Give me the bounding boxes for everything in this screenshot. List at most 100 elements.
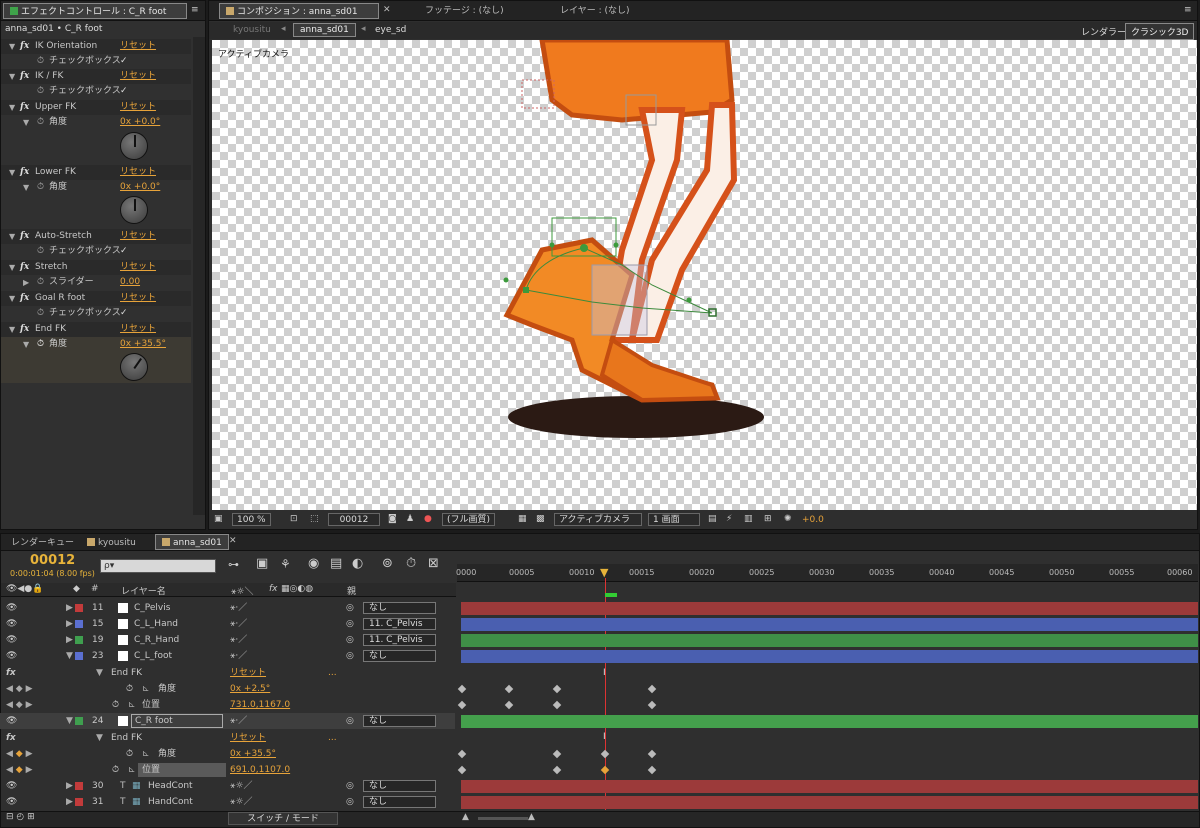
graph-icon[interactable]: ⊾ [128, 697, 136, 713]
property-row[interactable]: ◀ ◆ ▶ ⏱ ⊾ 位置 691.0,1107.0 [0, 762, 455, 778]
layer-name[interactable]: HeadCont [148, 778, 193, 794]
pickwhip-icon[interactable]: ◎ [346, 713, 354, 729]
eye-icon[interactable]: 👁 [6, 600, 17, 616]
layer-bar-selected[interactable] [461, 715, 1198, 728]
autokey-icon[interactable]: ⏱ [406, 556, 416, 571]
parent-select[interactable]: 11. C_Pelvis [363, 634, 436, 646]
nav-eye-sd[interactable]: eye_sd [375, 25, 406, 35]
stopwatch-icon[interactable]: ⏱ [112, 697, 119, 713]
expand-triangle-icon[interactable]: ▼ [9, 291, 15, 306]
fx-icon[interactable]: fx [20, 69, 29, 84]
angle-dial[interactable] [120, 132, 148, 160]
checkbox[interactable]: ✓ [120, 244, 128, 259]
stopwatch-icon[interactable]: ⏱ [37, 115, 44, 130]
render-icon[interactable]: ⊠ [428, 556, 439, 571]
brainstorm-icon[interactable]: ⊚ [382, 556, 393, 571]
motion-blur-icon[interactable]: ▤ [330, 556, 342, 571]
checkbox[interactable]: ✓ [120, 306, 128, 321]
parent-select[interactable]: なし [363, 650, 436, 662]
label-color[interactable] [75, 636, 83, 644]
graph-editor-icon[interactable]: ◐ [352, 556, 363, 571]
label-color[interactable] [75, 782, 83, 790]
parent-select[interactable]: なし [363, 602, 436, 614]
property-value[interactable]: 0x +2.5° [230, 681, 270, 697]
reset-link[interactable]: リセット [120, 260, 156, 275]
switches[interactable]: ⚹☼／ [230, 794, 252, 810]
switches[interactable]: ⚹·／ [230, 600, 247, 616]
reset-link[interactable]: リセット [120, 165, 156, 180]
parent-select[interactable]: なし [363, 780, 436, 792]
nav-anna-sd01[interactable]: anna_sd01 [293, 23, 356, 37]
zoom-in-icon[interactable]: ▲ [528, 812, 535, 822]
panel-menu-icon[interactable]: ≡ [191, 5, 199, 15]
fx-icon[interactable]: fx [20, 322, 29, 337]
switches-icon[interactable]: ⚹☼＼ [231, 584, 253, 597]
keyframe-nav-icon[interactable]: ◀ ◆ ▶ [6, 762, 33, 778]
toggle-pixel-icon[interactable]: ▤ [708, 514, 717, 524]
reset-link[interactable]: リセット [120, 291, 156, 306]
graph-icon[interactable]: ⊾ [128, 762, 136, 778]
layer-name[interactable]: C_R_Hand [134, 632, 179, 648]
angle-value[interactable]: 0x +35.5° [120, 337, 166, 352]
layer-row[interactable]: 👁 ▶ 11 C_Pelvis ⚹·／ ◎ なし [0, 600, 455, 616]
fx-icon[interactable]: fx [20, 260, 29, 275]
stopwatch-icon[interactable]: ⏱ [126, 746, 133, 762]
stopwatch-icon[interactable]: ⏱ [37, 244, 44, 259]
comp-mini-flowchart-icon[interactable]: ⊶ [228, 558, 239, 571]
pickwhip-icon[interactable]: ◎ [346, 616, 354, 632]
fit-icon[interactable]: ⊡ [290, 514, 298, 524]
expand-triangle-icon[interactable]: ▶ [66, 632, 73, 648]
snapshot-icon[interactable]: ▣ [214, 514, 223, 524]
close-icon[interactable]: ✕ [383, 5, 391, 15]
layer-name[interactable]: C_R foot [131, 714, 223, 728]
zoom-slider[interactable] [478, 817, 528, 820]
expand-triangle-icon[interactable]: ▼ [23, 115, 29, 130]
reset-link[interactable]: リセット [120, 100, 156, 115]
frame-blending-icon[interactable]: ◉ [308, 556, 319, 571]
expand-triangle-icon[interactable]: ▼ [96, 665, 103, 681]
layer-name[interactable]: C_Pelvis [134, 600, 170, 616]
scrollbar[interactable] [193, 37, 205, 515]
channel-icon[interactable]: ● [424, 514, 432, 524]
property-row[interactable]: ◀ ◆ ▶ ⏱ ⊾ 位置 731.0,1167.0 [0, 697, 455, 713]
pickwhip-icon[interactable]: ◎ [346, 600, 354, 616]
angle-value[interactable]: 0x +0.0° [120, 115, 160, 130]
tab-kyousitu[interactable]: kyousitu [81, 535, 142, 551]
slider-value[interactable]: 0.00 [120, 275, 140, 290]
stopwatch-icon[interactable]: ⏱ [37, 337, 44, 352]
expand-triangle-icon[interactable]: ▼ [23, 337, 29, 352]
layer-name[interactable]: C_L_Hand [134, 616, 178, 632]
expand-triangle-icon[interactable]: ▼ [9, 69, 15, 84]
timecode-field[interactable]: 00012 [328, 513, 380, 526]
timeline-icon[interactable]: ▥ [744, 514, 753, 524]
eye-icon[interactable]: 👁 [6, 648, 17, 664]
layer-name[interactable]: C_L_foot [134, 648, 172, 664]
layer-bar[interactable] [461, 780, 1198, 793]
fx-icon[interactable]: fx [20, 39, 29, 54]
tab-render-queue[interactable]: レンダーキュー [5, 535, 80, 551]
pickwhip-icon[interactable]: ◎ [346, 632, 354, 648]
property-row[interactable]: ◀ ◆ ▶ ⏱ ⊾ 角度 0x +35.5° [0, 746, 455, 762]
av-features-icon[interactable]: 👁◀●🔒 [6, 584, 43, 594]
exposure-value[interactable]: +0.0 [802, 515, 824, 525]
layer-row[interactable]: 👁 ▶ 15 C_L_Hand ⚹·／ ◎ 11. C_Pelvis [0, 616, 455, 632]
expand-triangle-icon[interactable]: ▼ [66, 713, 73, 729]
layer-row[interactable]: 👁 ▼ 23 C_L_foot ⚹·／ ◎ なし [0, 648, 455, 664]
keyframe-nav-icon[interactable]: ◀ ◆ ▶ [6, 746, 33, 762]
timeline-timecode[interactable]: 00012 [30, 553, 75, 568]
column-number[interactable]: # [91, 584, 99, 594]
effect-end-fk[interactable]: ▼ fx End FK リセット [1, 322, 191, 337]
reset-link[interactable]: リセット [120, 69, 156, 84]
region-icon[interactable]: ⬚ [310, 514, 319, 524]
column-fx[interactable]: fx [269, 584, 278, 594]
label-color[interactable] [75, 652, 83, 660]
views-select[interactable]: 1 画面 [648, 513, 700, 526]
layer-bar[interactable] [461, 796, 1198, 809]
exposure-icon[interactable]: ✺ [784, 514, 792, 524]
stopwatch-icon[interactable]: ⏱ [37, 54, 44, 69]
tab-layer[interactable]: レイヤー : (なし) [554, 3, 636, 19]
reset-link[interactable]: リセット [120, 229, 156, 244]
expand-triangle-icon[interactable]: ▼ [9, 229, 15, 244]
stopwatch-icon[interactable]: ⏱ [37, 84, 44, 99]
label-color[interactable] [75, 620, 83, 628]
